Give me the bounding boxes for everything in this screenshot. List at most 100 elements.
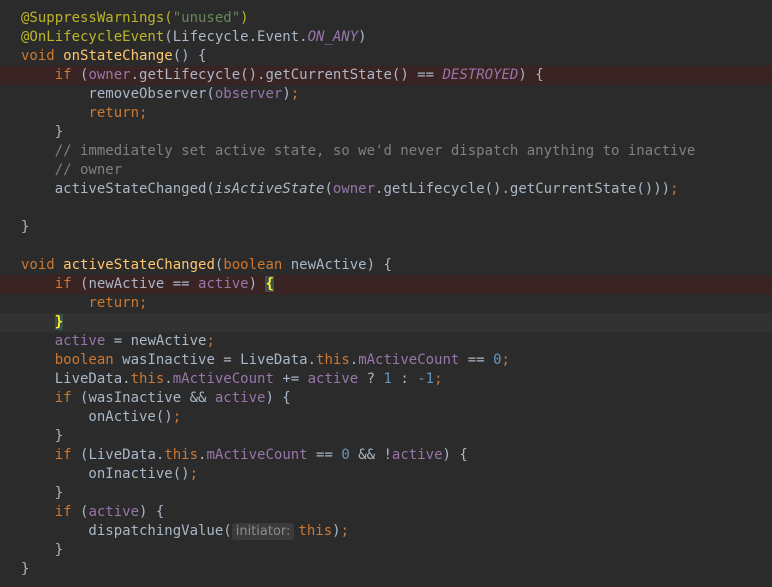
code-line[interactable]: } — [0, 560, 772, 579]
code-token: ( — [324, 181, 333, 197]
code-token: isActiveState — [214, 181, 325, 197]
code-line-highlighted[interactable]: if (owner.getLifecycle().getCurrentState… — [0, 66, 772, 85]
code-token: mActiveCount — [206, 447, 317, 463]
code-line[interactable]: onInactive(); — [0, 465, 772, 484]
code-token: ; — [189, 466, 199, 482]
code-token: void — [21, 257, 64, 273]
code-line[interactable]: } — [0, 541, 772, 560]
code-token: } — [21, 219, 30, 235]
code-token: ) { — [518, 67, 544, 83]
code-token: if — [54, 67, 81, 83]
code-token: ) — [240, 10, 249, 26]
code-line-current[interactable]: } — [0, 313, 772, 332]
code-token: activeStateChanged — [63, 257, 215, 273]
code-token: void — [21, 48, 64, 64]
code-line[interactable]: active = newActive; — [0, 332, 772, 351]
code-token: // immediately set active state, so we'd… — [54, 143, 696, 159]
code-token: ; — [434, 371, 443, 387]
code-line[interactable]: // immediately set active state, so we'd… — [0, 142, 772, 161]
code-token: @SuppressWarnings( — [21, 10, 173, 26]
code-token: return; — [88, 295, 148, 311]
code-line[interactable] — [0, 237, 772, 256]
code-line[interactable]: // owner — [0, 161, 772, 180]
code-line[interactable] — [0, 199, 772, 218]
code-line[interactable]: dispatchingValue(initiator: this); — [0, 522, 772, 541]
code-token: : — [400, 371, 418, 387]
code-token: 0 — [493, 352, 502, 368]
code-token: return; — [88, 105, 148, 121]
code-token: if — [54, 447, 81, 463]
code-token: this — [130, 371, 165, 387]
code-token: owner — [88, 67, 131, 83]
code-token: ) — [358, 29, 367, 45]
code-token: active — [198, 276, 249, 292]
code-token: boolean — [223, 257, 291, 273]
code-editor[interactable]: @SuppressWarnings("unused") @OnLifecycleE… — [0, 9, 772, 579]
code-line[interactable]: removeObserver(observer); — [0, 85, 772, 104]
code-token: ) { — [139, 504, 165, 520]
code-token: -1 — [417, 371, 435, 387]
code-token: } — [54, 314, 64, 330]
code-token: active — [88, 504, 140, 520]
code-token: { — [265, 276, 274, 292]
code-token: boolean — [54, 352, 123, 368]
code-token: owner — [332, 181, 376, 197]
code-line[interactable]: void onStateChange() { — [0, 47, 772, 66]
code-token: onStateChange — [63, 48, 173, 64]
code-line[interactable]: activeStateChanged(isActiveState(owner.g… — [0, 180, 772, 199]
code-line[interactable]: onActive(); — [0, 408, 772, 427]
code-token: ) — [282, 86, 291, 102]
code-line[interactable]: if (wasInactive && active) { — [0, 389, 772, 408]
code-line[interactable]: return; — [0, 104, 772, 123]
code-line[interactable]: if (LiveData.this.mActiveCount == 0 && !… — [0, 446, 772, 465]
code-token: 0 — [341, 447, 359, 463]
code-line[interactable]: boolean wasInactive = LiveData.this.mAct… — [0, 351, 772, 370]
code-token: ; — [501, 352, 510, 368]
code-token: ; — [290, 86, 300, 102]
code-token: "unused" — [172, 10, 241, 26]
code-token: this — [164, 447, 199, 463]
code-token: += — [282, 371, 308, 387]
code-line[interactable]: @SuppressWarnings("unused") — [0, 9, 772, 28]
code-token: activeStateChanged( — [21, 181, 215, 197]
code-token: wasInactive = LiveData. — [122, 352, 317, 368]
code-token: ) — [248, 276, 266, 292]
code-token: } — [21, 428, 64, 444]
code-token: } — [21, 124, 64, 140]
code-token: ; — [206, 333, 215, 349]
code-token: dispatchingValue( — [21, 523, 232, 539]
code-token: ; — [340, 523, 349, 539]
code-token: . — [349, 352, 359, 368]
code-token: if — [54, 504, 81, 520]
code-token: this — [298, 523, 333, 539]
code-token: } — [21, 542, 64, 558]
code-token: active — [54, 333, 114, 349]
code-token: LiveData. — [21, 371, 131, 387]
code-line-highlighted[interactable]: if (newActive == active) { — [0, 275, 772, 294]
code-token: . — [164, 371, 173, 387]
code-line[interactable]: } — [0, 427, 772, 446]
code-line[interactable]: } — [0, 123, 772, 142]
code-token: = newActive — [113, 333, 207, 349]
code-line[interactable]: LiveData.this.mActiveCount += active ? 1… — [0, 370, 772, 389]
code-line[interactable]: @OnLifecycleEvent(Lifecycle.Event.ON_ANY… — [0, 28, 772, 47]
code-line[interactable]: void activeStateChanged(boolean newActiv… — [0, 256, 772, 275]
code-line[interactable]: } — [0, 218, 772, 237]
code-token: ; — [670, 181, 679, 197]
code-line[interactable]: } — [0, 484, 772, 503]
code-line[interactable]: return; — [0, 294, 772, 313]
code-line[interactable]: if (active) { — [0, 503, 772, 522]
code-token: removeObserver( — [21, 86, 215, 102]
code-token: ; — [172, 409, 182, 425]
code-token: @OnLifecycleEvent — [21, 29, 165, 45]
